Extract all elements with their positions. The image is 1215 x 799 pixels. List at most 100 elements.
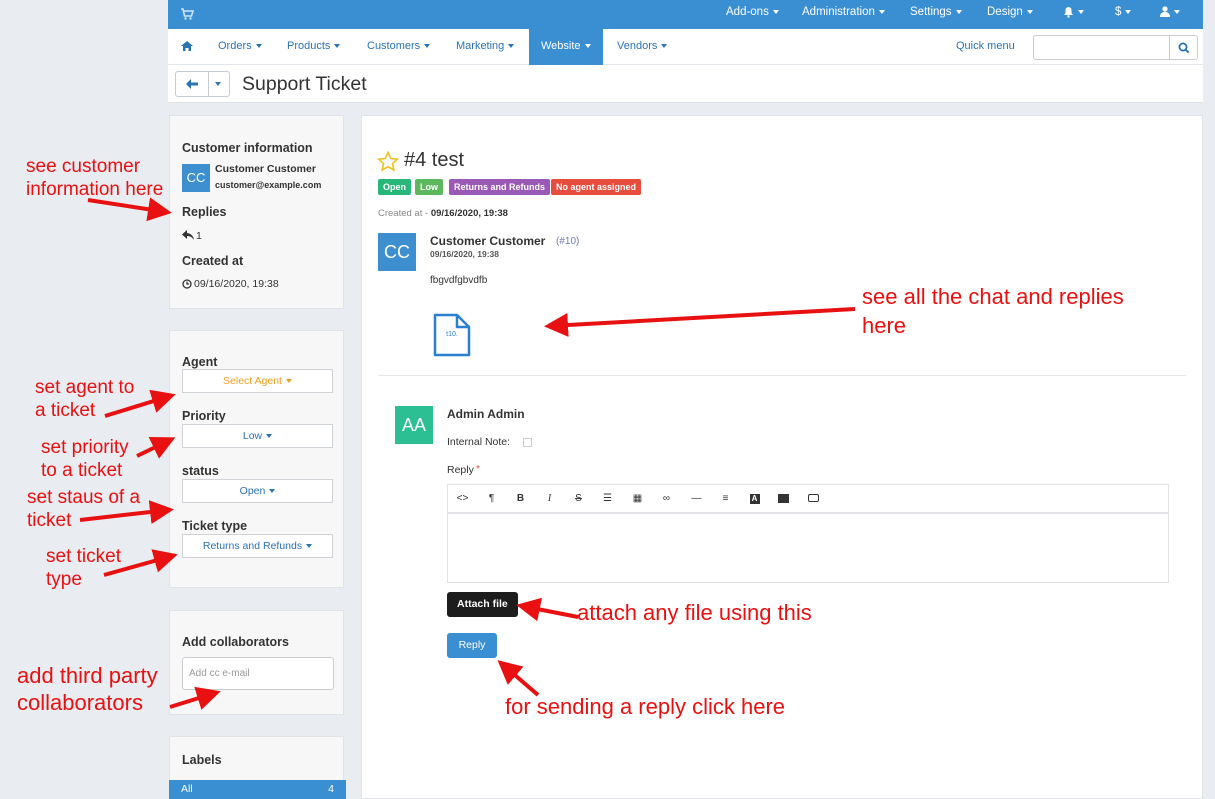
arrow-customer-info	[87, 197, 172, 222]
message-author[interactable]: Customer Customer	[430, 234, 545, 248]
video-icon[interactable]	[799, 485, 828, 512]
label-all-count: 4	[328, 783, 334, 795]
title-bar: Support Ticket	[168, 65, 1203, 103]
align-icon[interactable]: ≡	[711, 485, 740, 512]
home-icon	[181, 41, 193, 52]
bold-icon[interactable]: B	[506, 485, 535, 512]
search-input[interactable]	[1033, 35, 1170, 60]
annotation-status: set staus of a ticket	[27, 487, 141, 531]
replies-title: Replies	[182, 205, 227, 219]
design-menu[interactable]: Design	[987, 6, 1033, 18]
ticket-title: #4 test	[404, 149, 465, 171]
priority-badge: Low	[415, 179, 443, 195]
search-button[interactable]	[1169, 35, 1198, 60]
currency-menu[interactable]: $	[1115, 6, 1132, 18]
agent-label: Agent	[182, 355, 218, 369]
addons-menu[interactable]: Add-ons	[726, 6, 779, 18]
nav-vendors[interactable]: Vendors	[617, 29, 668, 65]
table-icon[interactable]: ▦	[623, 485, 652, 512]
text-color-icon[interactable]: A	[740, 485, 769, 512]
search-icon	[1178, 42, 1190, 54]
agent-select[interactable]: Select Agent	[182, 369, 333, 393]
labels-title: Labels	[182, 753, 222, 767]
collaborators-panel: Add collaborators	[169, 610, 344, 715]
reply-icon	[182, 230, 194, 240]
annotation-customer-info: see customer information here	[26, 156, 164, 200]
chevron-down-icon	[306, 544, 313, 549]
message-avatar: CC	[378, 233, 416, 271]
nav-products[interactable]: Products	[287, 29, 341, 65]
reply-button[interactable]: Reply	[447, 633, 497, 658]
ticket-type-select[interactable]: Returns and Refunds	[182, 534, 333, 558]
reply-author: Admin Admin	[447, 407, 525, 421]
customer-email: customer@example.com	[215, 180, 322, 190]
user-menu[interactable]	[1160, 6, 1180, 18]
notifications-menu[interactable]	[1063, 6, 1084, 18]
chevron-down-icon	[215, 82, 221, 86]
status-select[interactable]: Open	[182, 479, 333, 503]
label-all-name: All	[181, 783, 193, 795]
bullet-list-icon[interactable]: ☰	[593, 485, 622, 512]
chevron-down-icon	[285, 379, 292, 384]
home-link[interactable]	[181, 29, 193, 65]
reply-avatar: AA	[395, 406, 433, 444]
created-value: 09/16/2020, 19:38	[194, 278, 279, 290]
annotation-collaborators: add third party collaborators	[17, 663, 158, 715]
paragraph-icon[interactable]: ¶	[477, 485, 506, 512]
type-badge: Returns and Refunds	[449, 179, 551, 195]
nav-marketing[interactable]: Marketing	[456, 29, 515, 65]
strike-icon[interactable]: S	[564, 485, 593, 512]
ticket-created-at: Created at - 09/16/2020, 19:38	[378, 208, 508, 219]
customer-name[interactable]: Customer Customer	[215, 163, 316, 175]
star-icon[interactable]	[377, 151, 399, 172]
quick-menu-link[interactable]: Quick menu	[956, 29, 1015, 64]
back-button[interactable]	[175, 71, 209, 97]
priority-label: Priority	[182, 409, 226, 423]
main-nav: Orders Products Customers Marketing Webs…	[168, 29, 1203, 65]
cart-icon[interactable]	[180, 7, 194, 21]
created-title: Created at	[182, 254, 244, 268]
horizontal-rule-icon[interactable]: —	[682, 485, 711, 512]
attachment[interactable]: t10.	[433, 313, 471, 357]
customer-info-panel: Customer information CC Customer Custome…	[169, 115, 344, 309]
internal-note-label: Internal Note:	[447, 436, 511, 448]
nav-orders[interactable]: Orders	[218, 29, 262, 65]
message-time: 09/16/2020, 19:38	[430, 249, 500, 259]
ticket-type-label: Ticket type	[182, 519, 248, 533]
top-bar: Add-ons Administration Settings Design $	[168, 0, 1203, 29]
message-author-id: (#10)	[556, 236, 580, 247]
customer-avatar: CC	[182, 164, 210, 192]
italic-icon[interactable]: I	[535, 485, 564, 512]
annotation-ticket-type: set ticket type	[46, 546, 121, 590]
image-icon[interactable]	[769, 485, 798, 512]
annotation-chat: see all the chat and replies here	[862, 284, 1124, 338]
nav-customers[interactable]: Customers	[367, 29, 431, 65]
user-icon	[1160, 6, 1170, 18]
status-badge: Open	[378, 179, 412, 195]
replies-count: 1	[196, 230, 202, 242]
attach-file-button[interactable]: Attach file	[447, 592, 518, 617]
labels-panel: Labels All 4	[169, 736, 346, 799]
back-dropdown-button[interactable]	[208, 71, 230, 97]
arrow-left-icon	[186, 79, 198, 89]
link-icon[interactable]: ∞	[652, 485, 681, 512]
priority-select[interactable]: Low	[182, 424, 333, 448]
reply-label: Reply	[447, 464, 474, 476]
editor-toolbar: <> ¶ B I S ☰ ▦ ∞ — ≡ A	[447, 484, 1169, 513]
code-icon[interactable]: <>	[448, 485, 477, 512]
internal-note-checkbox[interactable]	[523, 438, 532, 447]
settings-menu[interactable]: Settings	[910, 6, 962, 18]
reply-editor[interactable]	[447, 513, 1169, 583]
message-body: fbgvdfgbvdfb	[430, 275, 488, 286]
label-all-item[interactable]: All 4	[169, 780, 346, 799]
administration-menu[interactable]: Administration	[802, 6, 885, 18]
arrow-priority	[136, 437, 176, 459]
required-mark: *	[476, 464, 480, 475]
nav-website[interactable]: Website	[529, 29, 603, 65]
cc-email-input[interactable]	[182, 657, 334, 690]
annotation-attach: attach any file using this	[577, 600, 812, 625]
attachment-label: t10.	[446, 331, 458, 338]
collaborators-title: Add collaborators	[182, 635, 289, 649]
chevron-down-icon	[266, 434, 273, 439]
status-label: status	[182, 464, 219, 478]
